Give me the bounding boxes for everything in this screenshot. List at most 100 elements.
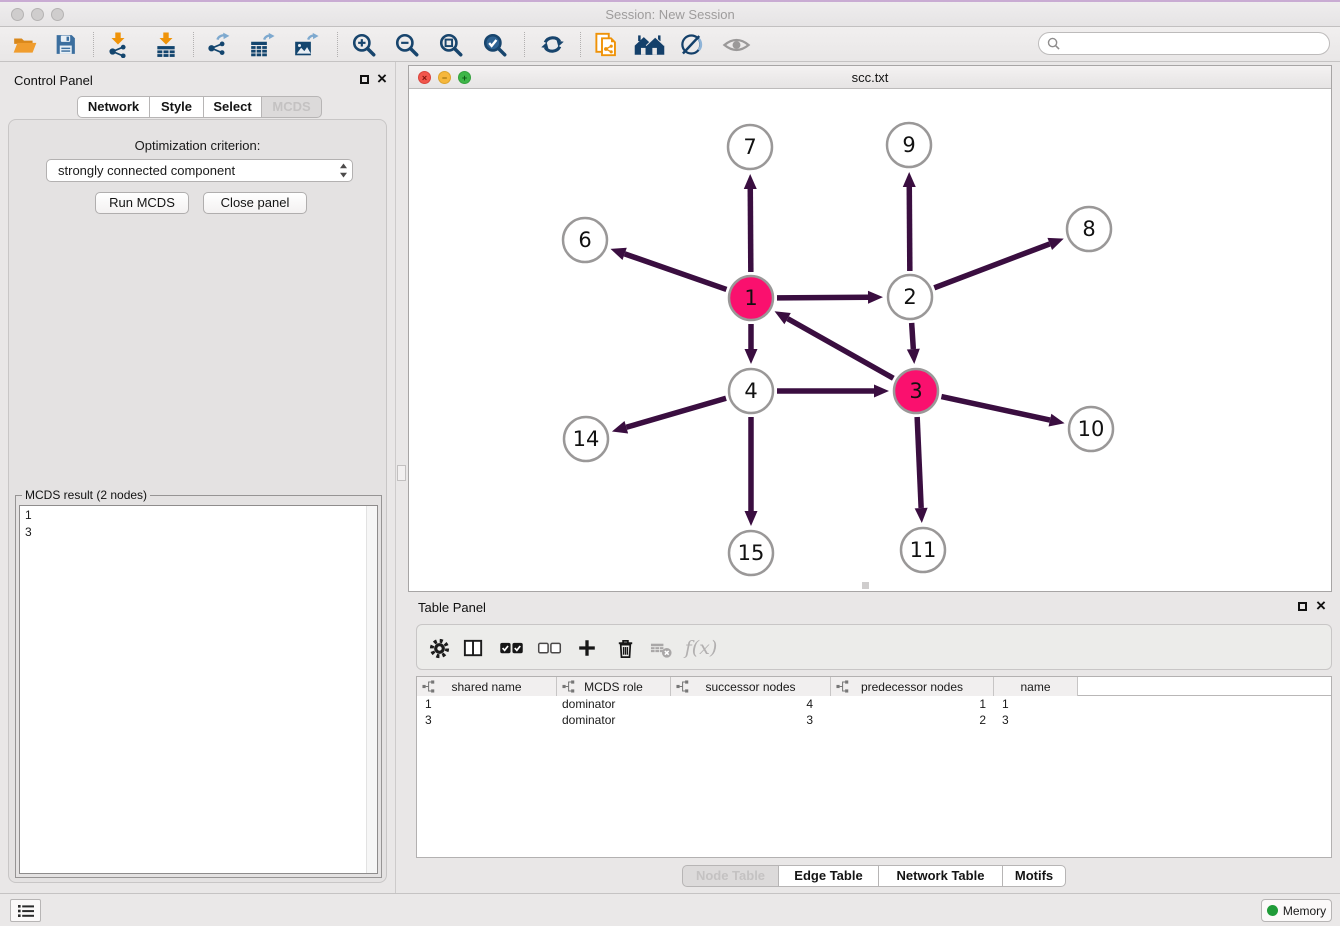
cell-shared-name[interactable]: 1	[417, 696, 557, 712]
table-panel-close-icon[interactable]: ×	[1316, 600, 1326, 612]
graph-edge-3-11[interactable]	[917, 417, 921, 508]
show-column-panel-button[interactable]	[459, 635, 487, 661]
list-icon	[18, 904, 34, 918]
table-settings-button[interactable]	[425, 635, 453, 661]
optimization-criterion-dropdown[interactable]: strongly connected component	[46, 159, 353, 182]
table-panel-float-icon[interactable]	[1298, 602, 1307, 611]
zoom-selected-button[interactable]	[480, 30, 510, 59]
control-panel-float-icon[interactable]	[360, 75, 369, 84]
tab-motifs[interactable]: Motifs	[1002, 865, 1066, 887]
zoom-fit-button[interactable]	[436, 30, 466, 59]
function-builder-button[interactable]: f(x)	[681, 635, 721, 661]
control-panel: Control Panel × NetworkStyleSelectMCDS O…	[0, 62, 395, 893]
tab-node-table[interactable]: Node Table	[682, 865, 778, 887]
network-canvas[interactable]: 7968124314101511	[409, 89, 1331, 591]
graph-edge-3-1[interactable]	[788, 319, 894, 379]
app-titlebar: Session: New Session	[0, 0, 1340, 27]
delete-table-button[interactable]	[647, 635, 675, 661]
cell-name[interactable]: 3	[994, 712, 1078, 728]
graph-edge-4-14[interactable]	[626, 398, 726, 427]
open-session-button[interactable]	[10, 30, 40, 59]
import-table-button[interactable]	[151, 30, 181, 59]
cell-name[interactable]: 1	[994, 696, 1078, 712]
tab-edge-table[interactable]: Edge Table	[778, 865, 878, 887]
memory-button[interactable]: Memory	[1261, 899, 1332, 922]
splitter-grip[interactable]	[397, 465, 406, 481]
home-view-button[interactable]	[631, 30, 667, 59]
cell-predecessor-nodes[interactable]: 1	[831, 696, 994, 712]
deselect-all-columns-button[interactable]	[535, 635, 563, 661]
slashed-circle-icon	[679, 31, 706, 58]
graph-edge-2-9[interactable]	[909, 187, 910, 271]
run-mcds-button[interactable]: Run MCDS	[95, 192, 189, 214]
export-table-button[interactable]	[247, 30, 277, 59]
zoom-in-button[interactable]	[349, 30, 379, 59]
cell-successor-nodes[interactable]: 4	[671, 696, 831, 712]
canvas-resize-dot	[862, 582, 869, 589]
column-header-mcds-role[interactable]: MCDS role	[557, 677, 671, 696]
table-row[interactable]: 1 dominator 4 1 1	[417, 696, 1331, 712]
table-tabs: Node TableEdge TableNetwork TableMotifs	[682, 865, 1066, 887]
graph-edge-arrowhead	[907, 349, 920, 364]
control-panel-close-icon[interactable]: ×	[377, 73, 387, 85]
mcds-result-textarea[interactable]: 1 3	[19, 505, 378, 874]
column-header-name[interactable]: name	[994, 677, 1078, 696]
graph-edge-1-7[interactable]	[750, 189, 751, 272]
graph[interactable]: 7968124314101511	[409, 89, 1331, 591]
graph-edge-2-8[interactable]	[934, 244, 1049, 288]
graph-edge-arrowhead	[1047, 238, 1063, 250]
result-scrollbar[interactable]	[366, 506, 377, 873]
hide-annotations-button[interactable]	[677, 30, 707, 59]
tab-select[interactable]: Select	[203, 96, 261, 118]
clone-network-button[interactable]	[591, 30, 621, 59]
export-network-button[interactable]	[203, 30, 233, 59]
column-header-shared-name[interactable]: shared name	[417, 677, 557, 696]
graph-edge-1-6[interactable]	[625, 254, 727, 290]
cell-mcds-role[interactable]: dominator	[557, 712, 671, 728]
tab-mcds[interactable]: MCDS	[261, 96, 322, 118]
search-field[interactable]	[1038, 32, 1330, 55]
tab-network[interactable]: Network	[77, 96, 149, 118]
zoom-fit-icon	[438, 32, 464, 58]
control-panel-title: Control Panel	[14, 73, 93, 88]
graph-edge-1-2[interactable]	[777, 297, 868, 298]
save-session-button[interactable]	[50, 30, 80, 59]
column-header-successor-nodes[interactable]: successor nodes	[671, 677, 831, 696]
result-value: 1	[25, 507, 372, 524]
graph-edge-3-10[interactable]	[941, 397, 1050, 421]
column-header-predecessor-nodes[interactable]: predecessor nodes	[831, 677, 994, 696]
plus-icon	[576, 637, 598, 659]
cell-mcds-role[interactable]: dominator	[557, 696, 671, 712]
graph-edge-arrowhead	[915, 508, 928, 523]
panel-splitter[interactable]	[395, 62, 408, 893]
select-all-columns-button[interactable]	[497, 635, 525, 661]
cell-shared-name[interactable]: 3	[417, 712, 557, 728]
export-network-icon	[205, 32, 231, 58]
task-history-button[interactable]	[10, 899, 41, 922]
status-bar: Memory	[0, 893, 1340, 926]
create-column-button[interactable]	[573, 635, 601, 661]
export-image-button[interactable]	[291, 30, 321, 59]
home-icon	[633, 32, 666, 57]
cell-successor-nodes[interactable]: 3	[671, 712, 831, 728]
search-input[interactable]	[1065, 37, 1321, 51]
delete-column-button[interactable]	[611, 635, 639, 661]
apply-layout-button[interactable]	[537, 30, 567, 59]
network-window-titlebar[interactable]: × − + scc.txt	[409, 66, 1331, 89]
attribute-type-icon	[422, 680, 435, 696]
graph-edge-2-3[interactable]	[912, 323, 914, 349]
show-hide-button[interactable]	[721, 30, 751, 59]
graph-node-label: 7	[743, 135, 756, 159]
main-toolbar	[0, 27, 1340, 62]
tab-style[interactable]: Style	[149, 96, 203, 118]
attribute-type-icon	[836, 680, 849, 696]
import-network-button[interactable]	[103, 30, 133, 59]
refresh-icon	[540, 32, 565, 57]
graph-edge-arrowhead	[744, 174, 757, 189]
cell-predecessor-nodes[interactable]: 2	[831, 712, 994, 728]
zoom-out-button[interactable]	[392, 30, 422, 59]
tab-network-table[interactable]: Network Table	[878, 865, 1002, 887]
close-panel-button[interactable]: Close panel	[203, 192, 307, 214]
mcds-result-group: MCDS result (2 nodes) 1 3	[15, 488, 382, 878]
table-row[interactable]: 3 dominator 3 2 3	[417, 712, 1331, 728]
